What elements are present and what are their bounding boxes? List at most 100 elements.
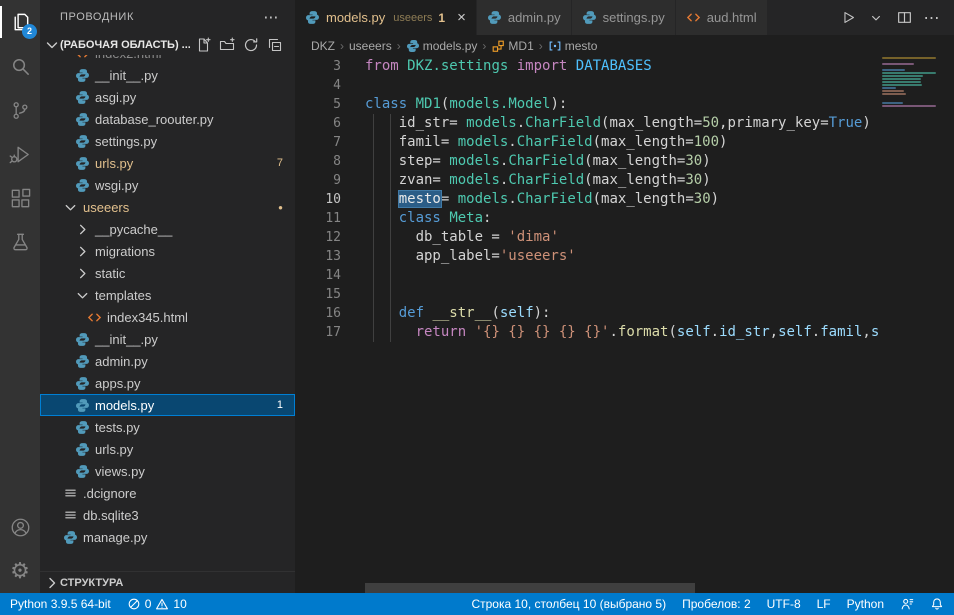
code-token: . [517, 115, 525, 131]
breadcrumb-item-useeers[interactable]: useeers [349, 39, 392, 53]
code-token: import [517, 58, 568, 74]
tree-item-admin.py[interactable]: admin.py [40, 350, 295, 372]
minimap[interactable] [880, 57, 940, 108]
status-language-mode[interactable]: Python [847, 597, 884, 611]
status-encoding[interactable]: UTF-8 [767, 597, 801, 611]
status-feedback[interactable] [900, 597, 914, 611]
tree-item-wsgi.py[interactable]: wsgi.py [40, 174, 295, 196]
new-folder-icon[interactable] [219, 37, 235, 53]
tree-item-database_roouter.py[interactable]: database_roouter.py [40, 108, 295, 130]
more-actions-icon[interactable]: ⋯ [263, 0, 279, 35]
tree-item-label: asgi.py [95, 90, 136, 105]
activity-search-button[interactable] [0, 44, 40, 88]
activity-testing-button[interactable] [0, 220, 40, 264]
chevron-down-icon [44, 37, 60, 53]
breadcrumb-item-models.py[interactable]: models.py [406, 39, 478, 53]
activity-settings-gear-button[interactable]: ⚙ [0, 549, 40, 593]
breadcrumb-separator: › [396, 39, 402, 53]
minimap-line [882, 102, 903, 104]
tree-item-__pycache__[interactable]: __pycache__ [40, 218, 295, 240]
code-line-text: zvan= models.CharField(max_length=30) [365, 171, 711, 190]
code-token: zvan= [365, 172, 449, 188]
breadcrumb-label: mesto [565, 39, 598, 53]
tree-item-manage.py[interactable]: manage.py [40, 526, 295, 548]
code-area[interactable]: 3from DKZ.settings import DATABASES45cla… [295, 57, 880, 583]
breadcrumb-item-MD1[interactable]: MD1 [491, 39, 533, 53]
code-token: ( [668, 324, 676, 340]
activity-run-debug-button[interactable] [0, 132, 40, 176]
tab-models.py[interactable]: models.pyuseeers1× [295, 0, 477, 35]
run-dropdown[interactable] [864, 6, 888, 30]
tree-item-useeers[interactable]: useeers● [40, 196, 295, 218]
breadcrumb-item-mesto[interactable]: mesto [548, 39, 598, 53]
activity-explorer-button[interactable]: 2 [0, 0, 40, 44]
bell-icon [930, 597, 944, 611]
code-token: 50 [702, 115, 719, 131]
status-indentation[interactable]: Пробелов: 2 [682, 597, 751, 611]
warning-icon [155, 597, 169, 611]
workspace-section-header[interactable]: (РАБОЧАЯ ОБЛАСТЬ) ... [40, 35, 295, 55]
minimap-line [882, 72, 936, 74]
tree-item-__init__.py[interactable]: __init__.py [40, 328, 295, 350]
status-notifications[interactable] [930, 597, 944, 611]
run-debug-icon [9, 143, 32, 166]
tree-item-static[interactable]: static [40, 262, 295, 284]
activity-bar-bottom: ⚙ [0, 505, 40, 593]
activity-extensions-button[interactable] [0, 176, 40, 220]
problems-status[interactable]: 0 10 [127, 597, 187, 611]
tab-aud.html[interactable]: aud.html [676, 0, 768, 35]
activity-source-control-button[interactable] [0, 88, 40, 132]
python-icon [74, 397, 91, 413]
editor-group: models.py useeers 1 × admin.pysettings.pyaud… [295, 0, 954, 593]
code-token: , [862, 324, 870, 340]
tree-item-index345.html[interactable]: index345.html [40, 306, 295, 328]
tree-item-tests.py[interactable]: tests.py [40, 416, 295, 438]
tree-item-asgi.py[interactable]: asgi.py [40, 86, 295, 108]
horizontal-scrollbar[interactable] [365, 583, 695, 593]
code-line: 4 [295, 76, 880, 95]
code-token: ) [702, 172, 710, 188]
tree-item-models.py[interactable]: models.py1 [40, 394, 295, 416]
breadcrumb-item-DKZ[interactable]: DKZ [311, 39, 335, 53]
code-token: ( [491, 305, 499, 321]
code-token: app_label= [365, 248, 500, 264]
close-icon[interactable]: × [457, 10, 466, 25]
tree-item-.dcignore[interactable]: .dcignore [40, 482, 295, 504]
code-line-text: famil= models.CharField(max_length=100) [365, 133, 727, 152]
python-icon [74, 89, 91, 105]
more-actions-button[interactable]: ⋯ [920, 6, 944, 30]
collapse-all-icon[interactable] [267, 37, 283, 53]
tree-item-settings.py[interactable]: settings.py [40, 130, 295, 152]
tree-item-templates[interactable]: templates [40, 284, 295, 306]
tree-item-db.sqlite3[interactable]: db.sqlite3 [40, 504, 295, 526]
outline-section-header[interactable]: СТРУКТУРА [40, 571, 295, 593]
python-interpreter[interactable]: Python 3.9.5 64-bit [10, 597, 111, 611]
run-button[interactable] [836, 6, 860, 30]
tab-settings.py[interactable]: settings.py [572, 0, 676, 35]
tree-item-label: tests.py [95, 420, 140, 435]
section-actions [195, 37, 295, 53]
tree-item-apps.py[interactable]: apps.py [40, 372, 295, 394]
breadcrumb-label: MD1 [508, 39, 533, 53]
status-eol[interactable]: LF [817, 597, 831, 611]
tree-item-urls.py[interactable]: urls.py7 [40, 152, 295, 174]
code-token: def [399, 305, 424, 321]
new-file-icon[interactable] [195, 37, 211, 53]
tree-item-migrations[interactable]: migrations [40, 240, 295, 262]
tab-badge: 1 [438, 11, 445, 25]
status-bar: Python 3.9.5 64-bit 0 10 Строка 10, стол… [0, 593, 954, 615]
tree-item-badge: 1 [277, 399, 283, 411]
tab-admin.py[interactable]: admin.py [477, 0, 572, 35]
tree-item-__init__.py[interactable]: __init__.py [40, 64, 295, 86]
activity-account-button[interactable] [0, 505, 40, 549]
line-number: 16 [295, 304, 341, 323]
code-token: CharField [508, 172, 584, 188]
tree-item-views.py[interactable]: views.py [40, 460, 295, 482]
status-cursor-position[interactable]: Строка 10, столбец 10 (выбрано 5) [471, 597, 666, 611]
html-icon [686, 10, 701, 25]
split-editor-button[interactable] [892, 6, 916, 30]
refresh-icon[interactable] [243, 37, 259, 53]
indent-guide [390, 114, 391, 342]
python-icon [305, 10, 320, 25]
tree-item-urls.py[interactable]: urls.py [40, 438, 295, 460]
